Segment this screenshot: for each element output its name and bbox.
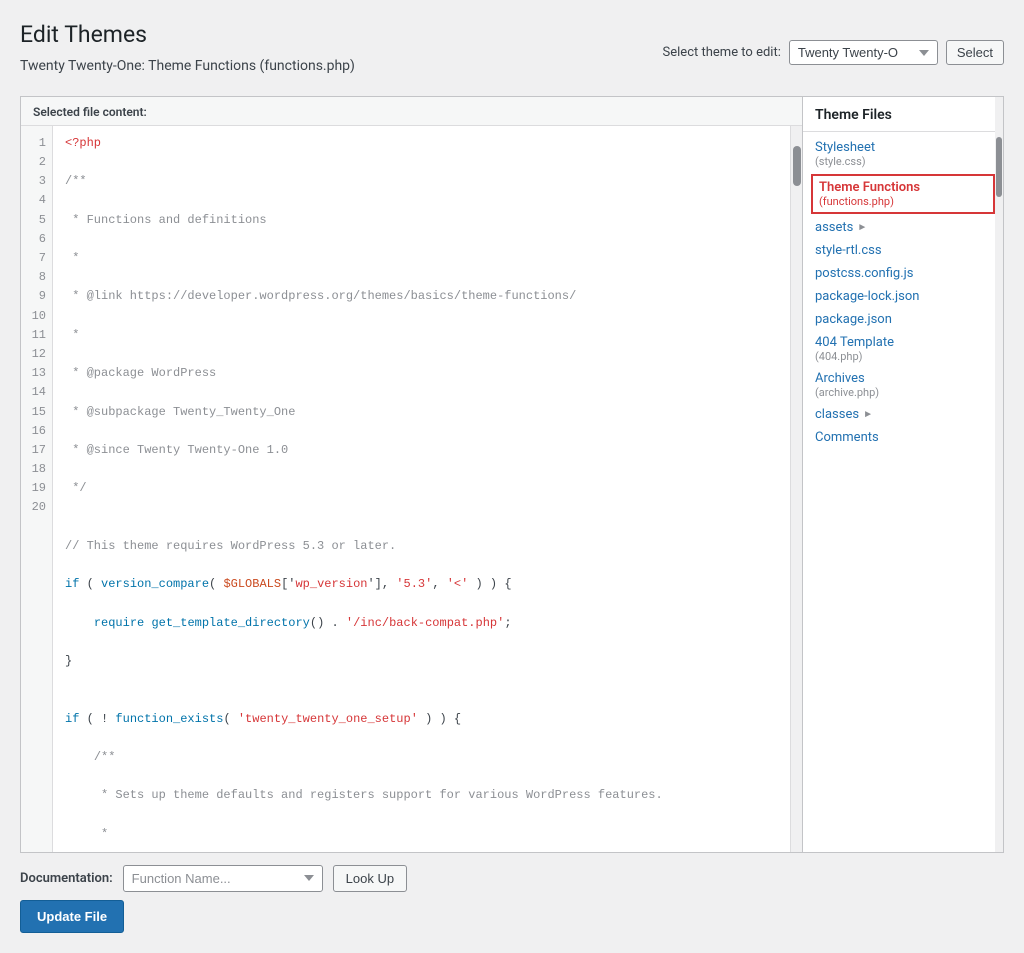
theme-file-comments[interactable]: Comments [803,426,1003,449]
theme-file-postcss[interactable]: postcss.config.js [803,262,1003,285]
code-editor[interactable]: <?php /** * Functions and definitions * … [53,126,790,852]
theme-file-assets-folder[interactable]: assets ► [803,216,1003,239]
page-title: Edit Themes [20,20,355,50]
editor-scrollbar[interactable] [790,126,802,852]
look-up-button[interactable]: Look Up [333,865,407,892]
update-file-wrapper: Update File [20,892,1004,933]
documentation-label: Documentation: [20,871,113,886]
theme-file-archives[interactable]: Archives (archive.php) [803,367,1003,403]
editor-scrollbar-thumb [793,146,801,186]
documentation-select[interactable]: Function Name... [123,865,323,892]
theme-file-classes-folder[interactable]: classes ► [803,403,1003,426]
bottom-bar: Documentation: Function Name... Look Up [20,865,1004,892]
theme-file-style-rtl[interactable]: style-rtl.css [803,239,1003,262]
theme-files-sidebar: Theme Files Stylesheet (style.css) Theme… [803,97,1003,852]
page-subtitle: Twenty Twenty-One: Theme Functions (func… [20,58,355,74]
theme-file-package[interactable]: package.json [803,308,1003,331]
theme-select[interactable]: Twenty Twenty-O Twenty Twenty-One Twenty… [789,40,938,65]
theme-file-404[interactable]: 404 Template (404.php) [803,331,1003,367]
line-numbers: 12345 678910 1112131415 1617181920 [21,126,53,852]
sidebar-scrollbar[interactable] [995,97,1003,852]
select-theme-label: Select theme to edit: [663,45,781,60]
theme-file-package-lock[interactable]: package-lock.json [803,285,1003,308]
theme-file-stylesheet[interactable]: Stylesheet (style.css) [803,136,1003,172]
theme-files-title: Theme Files [803,107,1003,132]
sidebar-scroll-thumb [996,137,1002,197]
selected-file-label: Selected file content: [21,97,802,126]
update-file-button[interactable]: Update File [20,900,124,933]
theme-file-functions[interactable]: Theme Functions (functions.php) [811,174,995,214]
select-button[interactable]: Select [946,40,1004,65]
